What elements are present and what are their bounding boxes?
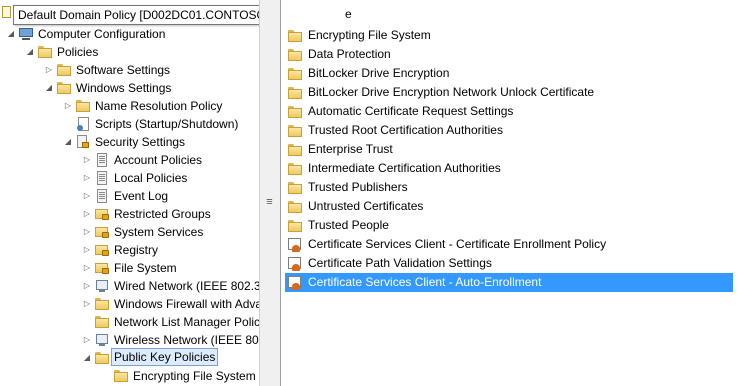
policy-sheet-icon: [94, 188, 110, 204]
tree-node-label: Wired Network (IEEE 802.3): [114, 279, 259, 293]
tree-node-label: Local Policies: [114, 171, 188, 185]
folder-icon: [287, 85, 303, 101]
collapsed-arrow-icon[interactable]: ▷: [82, 259, 92, 277]
expanded-arrow-icon[interactable]: ◢: [25, 43, 35, 61]
collapsed-arrow-icon[interactable]: ▷: [82, 187, 92, 205]
list-item-label: BitLocker Drive Encryption: [308, 66, 450, 80]
folder-icon: [287, 47, 303, 63]
no-expander: [101, 367, 111, 385]
tree-node-label: Encrypting File System: [133, 369, 256, 383]
collapsed-arrow-icon[interactable]: ▷: [82, 169, 92, 187]
expanded-arrow-icon[interactable]: ◢: [44, 79, 54, 97]
list-item-label: BitLocker Drive Encryption Network Unloc…: [308, 85, 595, 99]
tree-node-label: Account Policies: [114, 153, 203, 167]
tree-node-label: System Services: [114, 225, 204, 239]
collapsed-arrow-icon[interactable]: ▷: [82, 277, 92, 295]
list-item-label: Trusted People: [308, 218, 389, 232]
folder-icon: [113, 368, 129, 384]
expanded-arrow-icon[interactable]: ◢: [82, 349, 92, 367]
folder-icon: [75, 98, 91, 114]
folder-icon: [287, 161, 303, 177]
expanded-arrow-icon[interactable]: ◢: [6, 25, 16, 43]
list-item-label: Certificate Services Client - Auto-Enrol…: [308, 275, 542, 289]
list-item-label: Encrypting File System: [308, 28, 431, 42]
list-item-label: Automatic Certificate Request Settings: [308, 104, 514, 118]
list-item-label: Certificate Path Validation Settings: [308, 256, 492, 270]
list-item-label: Intermediate Certification Authorities: [308, 161, 501, 175]
policy-sheet-icon: [94, 170, 110, 186]
tree-node-label: Event Log: [114, 189, 169, 203]
folder-icon: [94, 314, 110, 330]
list-item[interactable]: Certificate Services Client - Auto-Enrol…: [285, 273, 733, 292]
tree-node-label: Restricted Groups: [114, 207, 211, 221]
splitter-grip-icon[interactable]: ≡: [265, 197, 274, 208]
collapsed-arrow-icon[interactable]: ▷: [82, 331, 92, 349]
security-settings-icon: [75, 134, 91, 150]
collapsed-arrow-icon[interactable]: ▷: [63, 97, 73, 115]
list-item-label: Certificate Services Client - Certificat…: [308, 237, 607, 251]
folder-icon: [287, 123, 303, 139]
lock-folder-icon: [94, 260, 110, 276]
collapsed-arrow-icon[interactable]: ▷: [44, 61, 54, 79]
tree-node-label: Windows Settings: [76, 81, 172, 95]
details-list-pane[interactable]: e Encrypting File System Data Protection B…: [281, 0, 741, 386]
network-icon: [94, 332, 110, 348]
tree-node-label: Wireless Network (IEEE 802.: [114, 333, 259, 347]
tree-header: Default Domain Policy [D002DC01.CONTOSO.…: [0, 0, 259, 25]
no-expander: [63, 115, 73, 133]
tree-node-label: Registry: [114, 243, 159, 257]
folder-icon: [94, 296, 110, 312]
collapsed-arrow-icon[interactable]: ▷: [82, 295, 92, 313]
tree-node-label: Windows Firewall with Adva: [114, 297, 259, 311]
folder-icon: [94, 350, 110, 366]
console-tree-pane[interactable]: Default Domain Policy [D002DC01.CONTOSO.…: [0, 0, 259, 386]
certificate-policy-icon: [287, 256, 303, 272]
tree-node-label: Scripts (Startup/Shutdown): [95, 117, 239, 131]
list-item-label: Enterprise Trust: [308, 142, 393, 156]
certificate-policy-icon: [287, 275, 303, 291]
certificate-policy-icon: [287, 237, 303, 253]
folder-icon: [287, 104, 303, 120]
policy-document-icon: [2, 6, 11, 18]
list-item-label: Trusted Publishers: [308, 180, 408, 194]
lock-folder-icon: [94, 224, 110, 240]
folder-icon: [287, 66, 303, 82]
policy-sheet-icon: [94, 152, 110, 168]
lock-folder-icon: [94, 242, 110, 258]
network-icon: [94, 278, 110, 294]
expanded-arrow-icon[interactable]: ◢: [63, 133, 73, 151]
tree-node-label: Policies: [57, 45, 99, 59]
computer-icon: [18, 26, 34, 42]
folder-icon: [56, 80, 72, 96]
list-item-label: Trusted Root Certification Authorities: [308, 123, 503, 137]
folder-icon: [287, 199, 303, 215]
collapsed-arrow-icon[interactable]: ▷: [82, 241, 92, 259]
folder-icon: [37, 44, 53, 60]
tree-node-label: Computer Configuration: [38, 27, 166, 41]
folder-icon: [287, 180, 303, 196]
collapsed-arrow-icon[interactable]: ▷: [82, 151, 92, 169]
folder-icon: [287, 218, 303, 234]
policy-name-tooltip: Default Domain Policy [D002DC01.CONTOSO.…: [13, 5, 259, 25]
pane-splitter[interactable]: ≡: [259, 0, 281, 386]
no-expander: [82, 313, 92, 331]
folder-icon: [56, 62, 72, 78]
scripts-icon: [75, 116, 91, 132]
tree-node-label: Security Settings: [95, 135, 186, 149]
tree-node-label: Software Settings: [76, 63, 171, 77]
lock-folder-icon: [94, 206, 110, 222]
collapsed-arrow-icon[interactable]: ▷: [82, 223, 92, 241]
list-item-label: Untrusted Certificates: [308, 199, 424, 213]
tree-node-label: Name Resolution Policy: [95, 99, 223, 113]
tree-node-label: File System: [114, 261, 177, 275]
column-header-name[interactable]: e: [345, 7, 352, 21]
tree-node-label: Public Key Policies: [111, 348, 219, 366]
tree-node-label: Network List Manager Polic: [114, 315, 259, 329]
list-item-label: Data Protection: [308, 47, 391, 61]
folder-icon: [287, 28, 303, 44]
folder-icon: [287, 142, 303, 158]
collapsed-arrow-icon[interactable]: ▷: [82, 205, 92, 223]
